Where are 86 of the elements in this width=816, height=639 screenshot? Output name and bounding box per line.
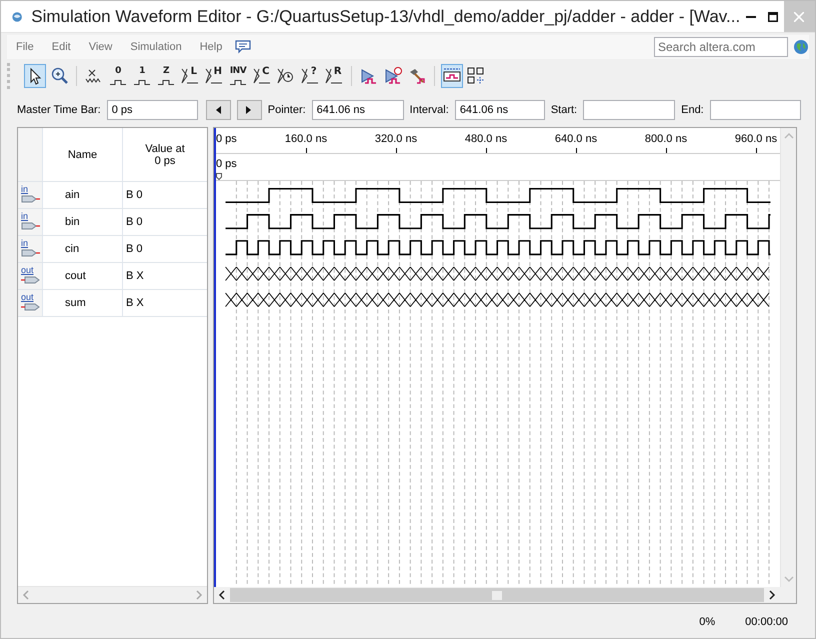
- pin-icon: [21, 275, 41, 285]
- scroll-left-icon[interactable]: [218, 590, 226, 600]
- field-label: Interval:: [410, 104, 449, 116]
- time-field[interactable]: [710, 100, 801, 120]
- field-label: Pointer:: [268, 104, 306, 116]
- previous-button[interactable]: [206, 100, 231, 120]
- tool-button[interactable]: [441, 64, 463, 88]
- right-arrow-icon: [245, 105, 254, 115]
- signal-name: sum: [65, 297, 86, 309]
- time-field[interactable]: [583, 100, 676, 120]
- time-field[interactable]: 641.06 ns: [312, 100, 404, 120]
- time-tick-label: 0 ps: [216, 133, 237, 145]
- menu-item[interactable]: Edit: [42, 41, 80, 53]
- bus-value-icon: [204, 66, 224, 86]
- bus-value-icon: [300, 66, 320, 86]
- force-value-icon: [158, 80, 174, 84]
- time-tick-label: 800.0 ns: [644, 133, 688, 145]
- signal-value: B X: [126, 270, 144, 282]
- time-field[interactable]: 0 ps: [106, 100, 198, 120]
- time-tick-label: 320.0 ns: [374, 133, 418, 145]
- signal-value: B X: [126, 297, 144, 309]
- elapsed-time: 00:00:00: [745, 616, 788, 628]
- signal-value: B 0: [126, 243, 143, 255]
- menu-item[interactable]: Help: [190, 41, 232, 53]
- column-header: Name: [68, 148, 98, 160]
- time-field[interactable]: 641.06 ns: [454, 100, 545, 120]
- pin-direction-label: in: [21, 239, 28, 248]
- time-tick-label: 640.0 ns: [554, 133, 598, 145]
- pin-icon: [21, 194, 41, 204]
- feedback-icon[interactable]: [235, 40, 252, 54]
- pin-direction-label: out: [21, 266, 34, 275]
- column-header: Value at 0 ps: [144, 142, 186, 166]
- next-button[interactable]: [236, 100, 262, 120]
- signal-name: cin: [65, 243, 80, 255]
- tool-button[interactable]: 1: [131, 64, 153, 88]
- tool-button[interactable]: H: [203, 64, 225, 88]
- menu-item[interactable]: Simulation: [121, 41, 191, 53]
- run-timing-icon: [383, 66, 403, 86]
- search-field[interactable]: Search altera.com: [654, 37, 788, 57]
- force-value-icon: [110, 80, 126, 84]
- tool-button[interactable]: L: [179, 64, 201, 88]
- maximize-icon: [768, 12, 778, 22]
- pin-direction-label: in: [21, 212, 28, 221]
- signal-name: ain: [65, 189, 80, 201]
- grid-icon: [466, 66, 486, 86]
- field-label: End:: [681, 104, 704, 116]
- scrollbar-thumb[interactable]: [230, 588, 764, 602]
- menu-item[interactable]: View: [80, 41, 122, 53]
- signal-value: B 0: [126, 216, 143, 228]
- pin-direction-label: in: [21, 185, 28, 194]
- bus-value-icon: [180, 66, 200, 86]
- globe-icon[interactable]: [793, 39, 809, 55]
- scroll-right-icon[interactable]: [768, 590, 776, 600]
- tool-button[interactable]: INV: [227, 64, 249, 88]
- bus-value-icon: [324, 66, 344, 86]
- minimize-icon: [746, 16, 756, 18]
- time-tick-label: 480.0 ns: [464, 133, 508, 145]
- tool-button[interactable]: ?: [299, 64, 321, 88]
- clock-value-icon: [276, 66, 296, 86]
- marker-flag-icon: [216, 173, 222, 180]
- force-value-icon: [230, 80, 246, 84]
- pin-icon: [21, 221, 41, 231]
- tool-button[interactable]: Z: [155, 64, 177, 88]
- window-title: Simulation Waveform Editor - G:/QuartusSetup-13/vhdl_demo/adder_pj/adder - adder - [Wav...: [31, 6, 740, 26]
- close-icon: [794, 12, 804, 22]
- zoom-icon: [49, 66, 69, 86]
- bus-value-icon: [252, 66, 272, 86]
- progress-text: 0%: [699, 616, 716, 628]
- time-tick-label: 160.0 ns: [284, 133, 328, 145]
- left-arrow-icon: [214, 105, 222, 115]
- signal-name: cout: [65, 270, 86, 282]
- tool-button[interactable]: C: [251, 64, 273, 88]
- signal-value: B 0: [126, 189, 143, 201]
- tool-button[interactable]: [24, 64, 46, 88]
- field-label: Start:: [550, 104, 578, 116]
- time-bar-label: 0 ps: [216, 158, 237, 170]
- pin-icon: [21, 248, 41, 258]
- time-tick-label: 960.0 ns: [734, 133, 778, 145]
- field-label: Master Time Bar:: [17, 104, 101, 116]
- menu-item[interactable]: File: [7, 41, 43, 53]
- tool-button[interactable]: R: [323, 64, 345, 88]
- pin-direction-label: out: [21, 293, 34, 302]
- force-value-icon: [134, 80, 150, 84]
- signal-name: bin: [65, 216, 80, 228]
- tool-button[interactable]: 0: [107, 64, 129, 88]
- pin-icon: [21, 302, 41, 312]
